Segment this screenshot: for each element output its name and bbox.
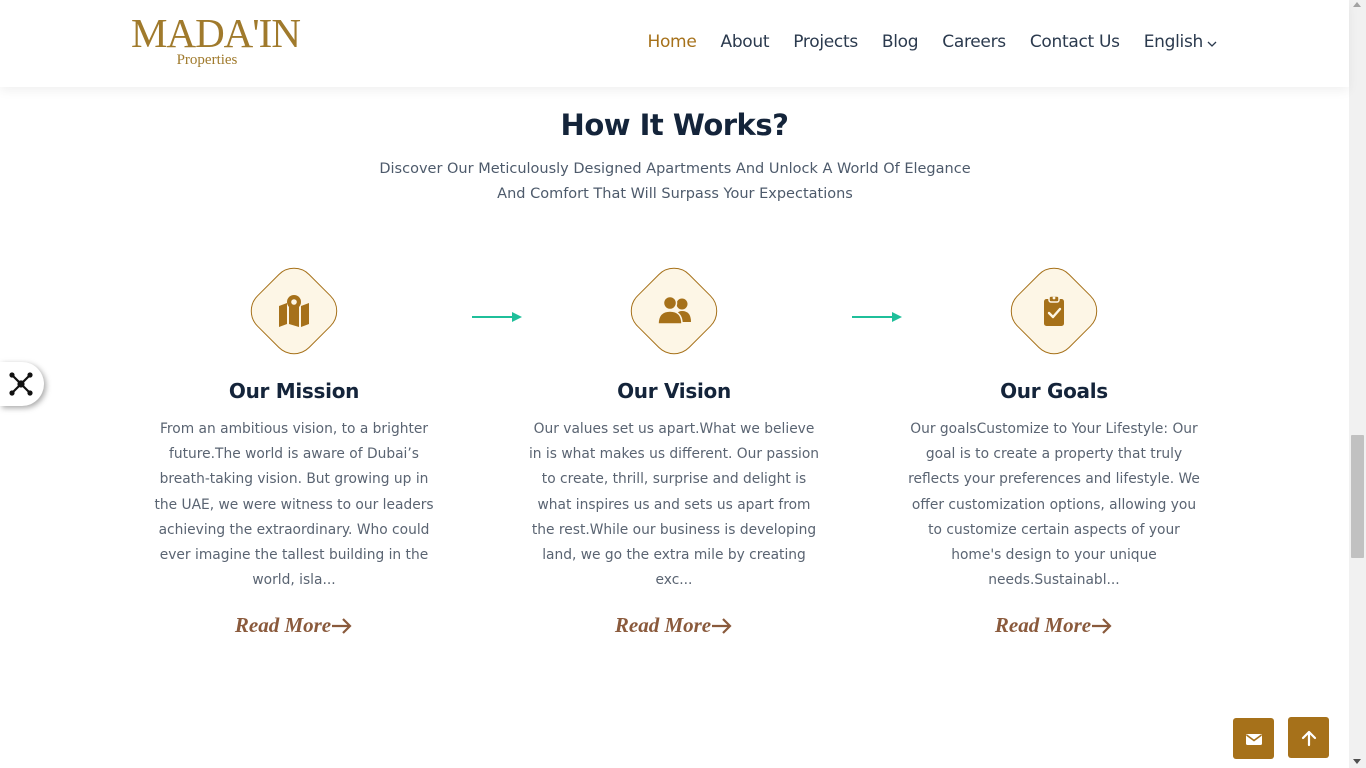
read-more-link[interactable]: Read More <box>995 613 1113 638</box>
read-more-label: Read More <box>994 613 1092 638</box>
logo-wordmark: MADA'IN <box>131 10 301 56</box>
nav-item-contact[interactable]: Contact Us <box>1030 32 1120 52</box>
page-scrollbar[interactable] <box>1349 0 1366 768</box>
arrow-right-icon <box>712 618 732 634</box>
map-marker-icon <box>279 295 309 327</box>
arrow-up-icon <box>1301 730 1316 746</box>
users-icon <box>657 295 691 325</box>
language-selector[interactable]: English <box>1144 32 1217 52</box>
card-vision: Our Vision Our values set us apart.What … <box>524 258 824 638</box>
card-icon-frame <box>1001 258 1107 364</box>
scroll-up-arrow-icon[interactable] <box>1353 2 1361 7</box>
section-subtitle: Discover Our Meticulously Designed Apart… <box>379 161 971 202</box>
step-arrow-icon <box>852 312 902 322</box>
card-description: Our values set us apart.What we believe … <box>528 421 820 589</box>
nav-item-blog[interactable]: Blog <box>882 32 919 52</box>
read-more-link[interactable]: Read More <box>235 613 353 638</box>
card-description: From an ambitious vision, to a brighter … <box>154 421 434 589</box>
scrollbar-thumb[interactable] <box>1351 435 1364 558</box>
arrow-right-icon <box>332 618 352 634</box>
step-arrow-icon <box>472 312 522 322</box>
share-widget-button[interactable] <box>0 362 44 406</box>
arrow-right-icon <box>1092 618 1112 634</box>
share-nodes-icon <box>8 372 33 396</box>
card-title: Our Mission <box>228 379 360 403</box>
site-header: MADA'IN Properties Home About Projects B… <box>0 0 1349 87</box>
brand-logo[interactable]: MADA'IN Properties <box>131 10 301 69</box>
section-title: How It Works? <box>560 108 789 142</box>
card-description: Our goalsCustomize to Your Lifestyle: Ou… <box>908 421 1200 589</box>
nav-item-about[interactable]: About <box>720 32 769 52</box>
card-icon-frame <box>241 258 347 364</box>
nav-item-home[interactable]: Home <box>647 32 696 52</box>
language-label: English <box>1143 32 1204 52</box>
card-goals: Our Goals Our goalsCustomize to Your Lif… <box>904 258 1204 638</box>
envelope-icon <box>1245 733 1262 745</box>
main-nav: Home About Projects Blog Careers Contact… <box>647 32 1217 52</box>
card-title: Our Vision <box>617 379 731 403</box>
card-mission: Our Mission From an ambitious vision, to… <box>144 258 444 638</box>
clipboard-check-icon <box>1044 295 1064 326</box>
scroll-to-top-button[interactable] <box>1288 717 1329 758</box>
read-more-label: Read More <box>234 613 332 638</box>
nav-item-projects[interactable]: Projects <box>793 32 858 52</box>
email-button[interactable] <box>1233 718 1274 759</box>
chevron-down-icon <box>1207 41 1217 47</box>
read-more-label: Read More <box>614 613 712 638</box>
nav-item-careers[interactable]: Careers <box>942 32 1006 52</box>
card-icon-frame <box>621 258 727 364</box>
card-title: Our Goals <box>1000 379 1108 403</box>
scroll-down-arrow-icon[interactable] <box>1353 759 1361 764</box>
read-more-link[interactable]: Read More <box>615 613 733 638</box>
